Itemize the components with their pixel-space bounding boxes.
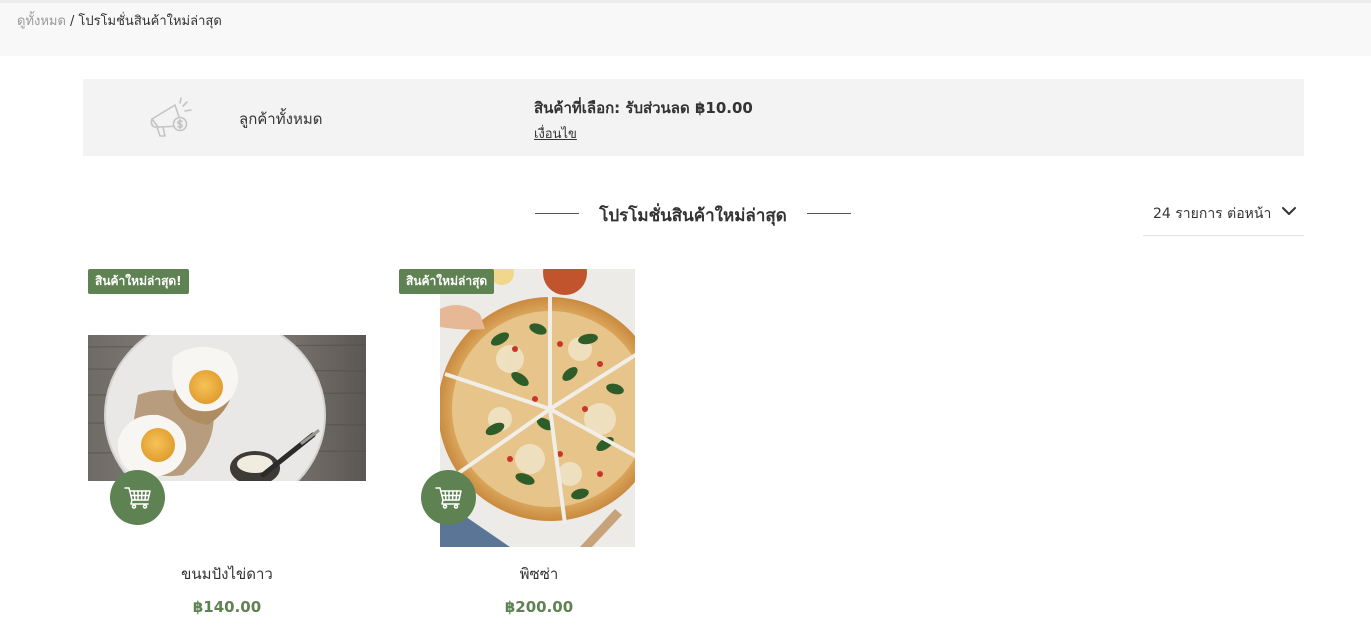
new-product-badge: สินค้าใหม่ล่าสุด bbox=[399, 269, 495, 294]
add-to-cart-button[interactable] bbox=[110, 470, 165, 525]
add-to-cart-button[interactable] bbox=[421, 470, 476, 525]
per-page-label: 24 รายการ ต่อหน้า bbox=[1153, 206, 1272, 222]
section-title: โปรโมชั่นสินค้าใหม่ล่าสุด bbox=[599, 206, 787, 226]
per-page-select[interactable]: 24 รายการ ต่อหน้า bbox=[1143, 196, 1304, 236]
product-price: ฿200.00 bbox=[504, 598, 574, 616]
product-price: ฿140.00 bbox=[192, 598, 262, 616]
breadcrumb-bar: ดูทั้งหมด / โปรโมชั่นสินค้าใหม่ล่าสุด bbox=[0, 0, 1371, 56]
section-heading: โปรโมชั่นสินค้าใหม่ล่าสุด bbox=[535, 200, 851, 226]
breadcrumb: ดูทั้งหมด / โปรโมชั่นสินค้าใหม่ล่าสุด bbox=[17, 10, 222, 31]
breadcrumb-current: โปรโมชั่นสินค้าใหม่ล่าสุด bbox=[78, 14, 222, 29]
product-name[interactable]: พิซซ่า bbox=[399, 562, 679, 586]
shopping-cart-icon bbox=[124, 487, 151, 509]
chevron-down-icon bbox=[1282, 207, 1296, 215]
product-name[interactable]: ขนมปังไข่ดาว bbox=[87, 562, 367, 586]
promotion-title: สินค้าที่เลือก: รับส่วนลด ฿10.00 bbox=[534, 99, 753, 117]
fried-egg-toast-photo bbox=[88, 335, 366, 481]
heading-divider-right bbox=[807, 213, 851, 214]
breadcrumb-separator: / bbox=[69, 14, 75, 29]
product-card[interactable]: สินค้าใหม่ล่าสุด! ขนมปังไข่ดาว ฿140.00 bbox=[87, 268, 367, 627]
product-image-fried-egg-toast[interactable] bbox=[88, 335, 366, 481]
shopping-cart-icon bbox=[435, 487, 462, 509]
promotion-banner: ลูกค้าทั้งหมด สินค้าที่เลือก: รับส่วนลด … bbox=[83, 79, 1304, 156]
megaphone-dollar-icon bbox=[150, 97, 192, 137]
new-product-badge: สินค้าใหม่ล่าสุด! bbox=[88, 269, 189, 294]
promotion-audience: ลูกค้าทั้งหมด bbox=[239, 110, 323, 128]
promotion-terms-link[interactable]: เงื่อนไข bbox=[534, 123, 577, 144]
breadcrumb-link-all[interactable]: ดูทั้งหมด bbox=[17, 14, 66, 29]
product-card[interactable]: สินค้าใหม่ล่าสุด พิซซ่า ฿200.00 bbox=[398, 268, 678, 627]
